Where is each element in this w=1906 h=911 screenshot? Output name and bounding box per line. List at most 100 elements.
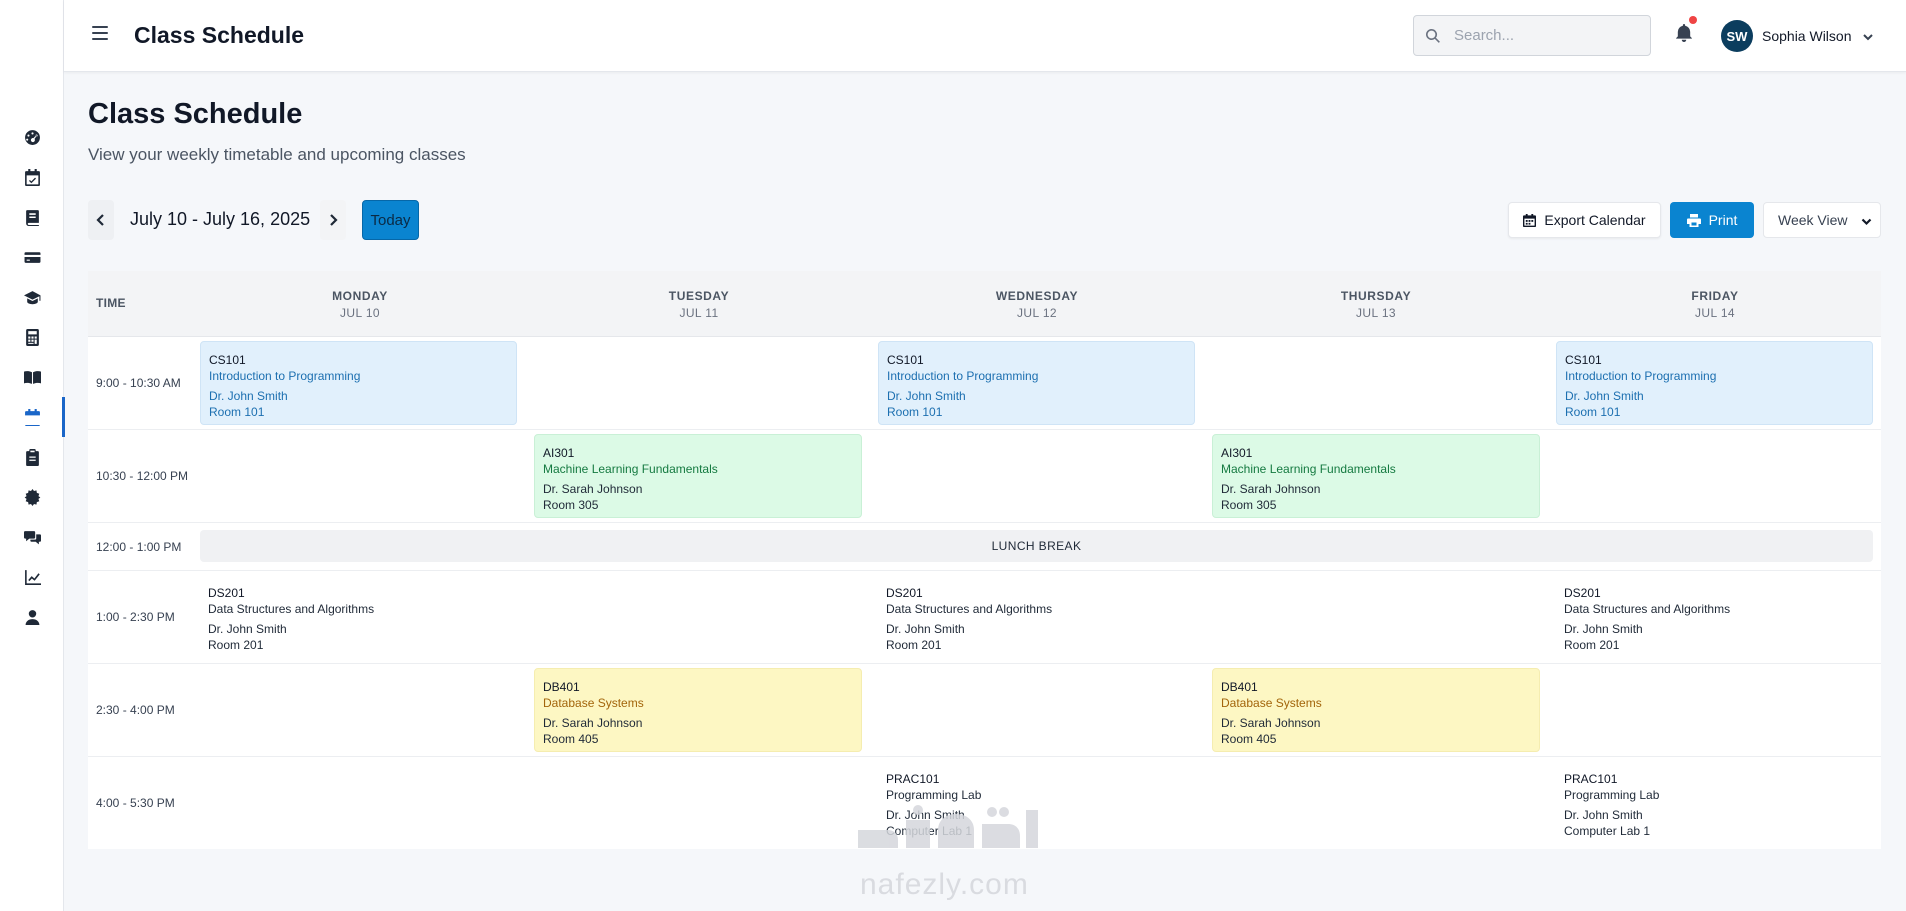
book-icon[interactable] xyxy=(0,197,64,237)
class-code: DB401 xyxy=(1221,680,1258,694)
class-block-ai301-thursday[interactable]: AI301 Machine Learning Fundamentals Dr. … xyxy=(1212,434,1540,518)
row-divider xyxy=(88,756,1881,757)
lunch-break: LUNCH BREAK xyxy=(200,530,1873,562)
class-instructor: Dr. John Smith xyxy=(886,808,965,822)
class-instructor: Dr. Sarah Johnson xyxy=(1221,482,1321,496)
class-instructor: Dr. Sarah Johnson xyxy=(543,716,643,730)
class-block-db401-tuesday[interactable]: DB401 Database Systems Dr. Sarah Johnson… xyxy=(534,668,862,752)
class-block-cs101-friday[interactable]: CS101 Introduction to Programming Dr. Jo… xyxy=(1556,341,1873,425)
date-range: July 10 - July 16, 2025 xyxy=(130,209,311,229)
time-slot-label: 4:00 - 5:30 PM xyxy=(96,796,175,810)
calculator-icon[interactable] xyxy=(0,317,64,357)
class-block-ds201-friday[interactable]: DS201 Data Structures and Algorithms Dr.… xyxy=(1556,575,1873,659)
day-header-tuesday: TUESDAY JUL 11 xyxy=(530,289,868,320)
user-menu[interactable]: SW Sophia Wilson xyxy=(1721,20,1874,52)
clipboard-icon[interactable] xyxy=(0,437,64,477)
class-block-ds201-wednesday[interactable]: DS201 Data Structures and Algorithms Dr.… xyxy=(878,575,1195,659)
class-block-cs101-monday[interactable]: CS101 Introduction to Programming Dr. Jo… xyxy=(200,341,517,425)
menu-icon[interactable] xyxy=(92,26,108,40)
class-instructor: Dr. Sarah Johnson xyxy=(543,482,643,496)
search-box[interactable] xyxy=(1413,15,1651,56)
chart-icon[interactable] xyxy=(0,557,64,597)
day-date: JUL 13 xyxy=(1356,306,1396,320)
open-book-icon[interactable] xyxy=(0,357,64,397)
dashboard-icon[interactable] xyxy=(0,117,64,157)
export-calendar-label: Export Calendar xyxy=(1544,212,1646,228)
class-title: Database Systems xyxy=(543,696,644,710)
time-slot-label: 1:00 - 2:30 PM xyxy=(96,610,175,624)
print-button[interactable]: Print xyxy=(1670,202,1754,238)
today-button[interactable]: Today xyxy=(362,200,419,240)
view-select[interactable]: Week View xyxy=(1763,202,1881,238)
day-name: THURSDAY xyxy=(1340,289,1412,303)
chat-icon[interactable] xyxy=(0,517,64,557)
credit-card-icon[interactable] xyxy=(0,237,64,277)
page-subtitle: View your weekly timetable and upcoming … xyxy=(88,145,466,164)
search-input[interactable] xyxy=(1454,16,1644,55)
settings-icon[interactable] xyxy=(0,477,64,517)
class-instructor: Dr. John Smith xyxy=(1564,808,1643,822)
class-title: Database Systems xyxy=(1221,696,1322,710)
day-name: FRIDAY xyxy=(1691,289,1739,303)
printer-icon xyxy=(1686,213,1701,227)
class-room: Room 201 xyxy=(208,638,264,652)
user-icon[interactable] xyxy=(0,597,64,637)
export-calendar-button[interactable]: Export Calendar xyxy=(1508,202,1661,238)
header-title: Class Schedule xyxy=(134,22,305,48)
next-week-button[interactable] xyxy=(320,200,346,240)
watermark-text: nafezly.com xyxy=(860,868,1029,901)
previous-week-button[interactable] xyxy=(88,200,114,240)
class-code: DB401 xyxy=(543,680,580,694)
view-select-value: Week View xyxy=(1778,212,1848,228)
notification-badge xyxy=(1689,16,1697,24)
class-code: CS101 xyxy=(887,353,924,367)
class-instructor: Dr. John Smith xyxy=(1564,622,1643,636)
calendar-icon[interactable] xyxy=(0,397,65,437)
class-instructor: Dr. John Smith xyxy=(887,389,966,403)
class-room: Room 101 xyxy=(887,405,943,419)
day-date: JUL 12 xyxy=(1017,306,1057,320)
day-date: JUL 11 xyxy=(679,306,719,320)
class-block-prac101-wednesday[interactable]: PRAC101 Programming Lab Dr. John Smith C… xyxy=(878,761,1195,845)
class-title: Machine Learning Fundamentals xyxy=(543,462,718,476)
chevron-right-icon xyxy=(330,214,338,226)
calendar-icon xyxy=(1523,213,1537,227)
class-room: Room 405 xyxy=(543,732,599,746)
class-instructor: Dr. John Smith xyxy=(209,389,288,403)
class-block-ds201-monday[interactable]: DS201 Data Structures and Algorithms Dr.… xyxy=(200,575,517,659)
timetable: TIME MONDAY JUL 10 TUESDAY JUL 11 WEDNES… xyxy=(88,271,1881,849)
class-code: DS201 xyxy=(886,586,923,600)
class-block-prac101-friday[interactable]: PRAC101 Programming Lab Dr. John Smith C… xyxy=(1556,761,1873,845)
time-slot-label: 2:30 - 4:00 PM xyxy=(96,703,175,717)
graduation-cap-icon[interactable] xyxy=(0,277,64,317)
class-room: Room 305 xyxy=(543,498,599,512)
print-label: Print xyxy=(1708,212,1738,228)
class-code: PRAC101 xyxy=(886,772,940,786)
class-block-db401-thursday[interactable]: DB401 Database Systems Dr. Sarah Johnson… xyxy=(1212,668,1540,752)
class-title: Programming Lab xyxy=(1564,788,1660,802)
chevron-down-icon xyxy=(1861,218,1872,226)
day-header-monday: MONDAY JUL 10 xyxy=(191,289,529,320)
time-slot-label: 10:30 - 12:00 PM xyxy=(96,469,189,483)
day-header-wednesday: WEDNESDAY JUL 12 xyxy=(868,289,1206,320)
day-name: TUESDAY xyxy=(668,289,730,303)
chevron-left-icon xyxy=(96,214,104,226)
class-block-cs101-wednesday[interactable]: CS101 Introduction to Programming Dr. Jo… xyxy=(878,341,1195,425)
class-instructor: Dr. John Smith xyxy=(208,622,287,636)
notification-button[interactable] xyxy=(1675,16,1697,46)
class-room: Room 101 xyxy=(209,405,265,419)
class-title: Data Structures and Algorithms xyxy=(1564,602,1731,616)
row-divider xyxy=(88,522,1881,523)
class-title: Programming Lab xyxy=(886,788,982,802)
calendar-check-icon[interactable] xyxy=(0,157,64,197)
class-block-ai301-tuesday[interactable]: AI301 Machine Learning Fundamentals Dr. … xyxy=(534,434,862,518)
search-icon xyxy=(1426,29,1440,43)
class-instructor: Dr. John Smith xyxy=(886,622,965,636)
row-divider xyxy=(88,663,1881,664)
class-room: Room 201 xyxy=(1564,638,1620,652)
time-column-header: TIME xyxy=(96,296,126,310)
chevron-down-icon xyxy=(1862,30,1874,42)
class-instructor: Dr. John Smith xyxy=(1565,389,1644,403)
class-code: DS201 xyxy=(1564,586,1601,600)
avatar: SW xyxy=(1721,20,1753,52)
